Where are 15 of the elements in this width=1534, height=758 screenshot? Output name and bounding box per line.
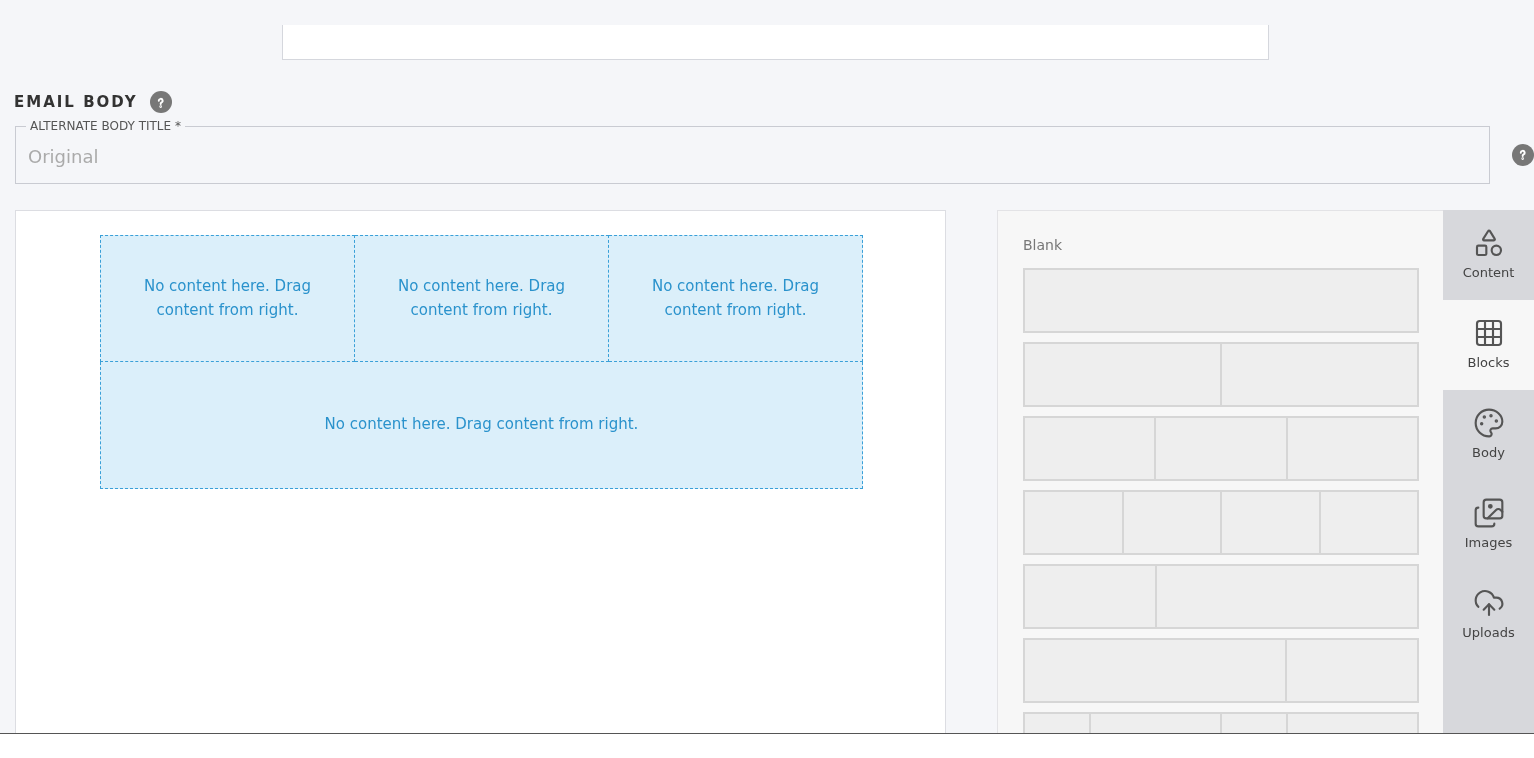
palette-icon xyxy=(1472,406,1505,439)
help-icon[interactable] xyxy=(149,91,172,114)
block-layout[interactable] xyxy=(1023,341,1419,407)
section-title: EMAIL BODY xyxy=(14,92,138,113)
block-layout[interactable] xyxy=(1023,637,1419,703)
help-icon[interactable] xyxy=(1512,143,1534,166)
panel-heading: Blank xyxy=(1023,235,1064,255)
title-input: Original xyxy=(28,143,1477,170)
side-tab[interactable]: Blocks xyxy=(1443,299,1534,390)
text-area[interactable] xyxy=(282,25,1269,60)
images-icon xyxy=(1472,496,1505,529)
block-layout[interactable] xyxy=(1023,489,1419,555)
block-layout[interactable] xyxy=(1023,267,1419,333)
block-layout[interactable] xyxy=(1023,563,1419,629)
block-layout[interactable] xyxy=(1023,415,1419,481)
